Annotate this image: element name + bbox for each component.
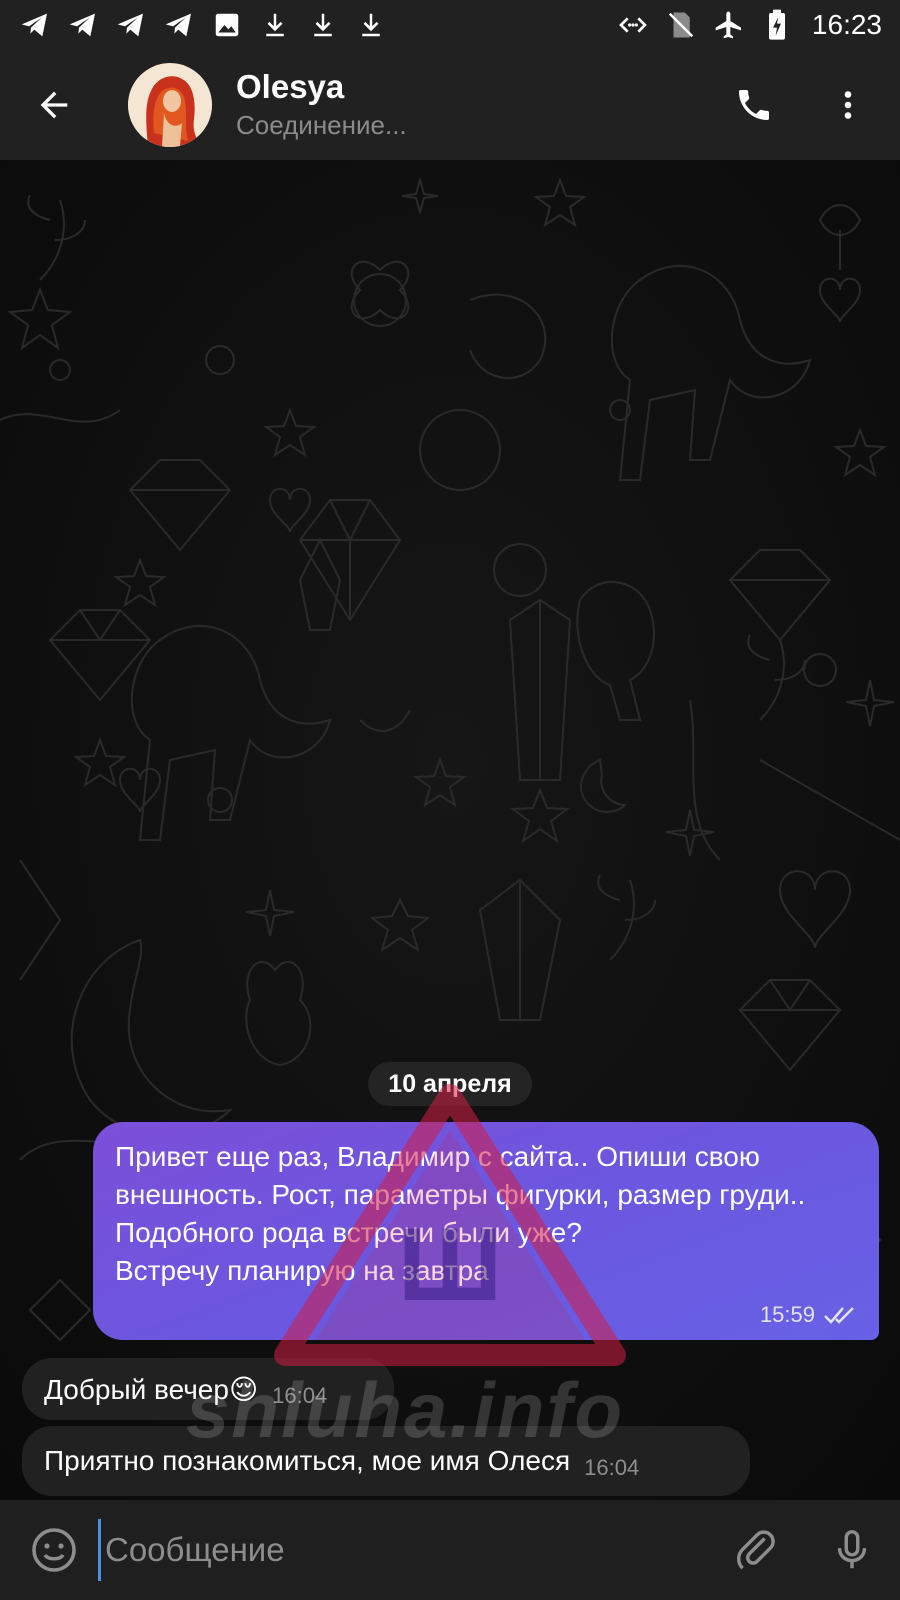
no-sim-icon — [664, 8, 698, 42]
download-icon — [306, 8, 340, 42]
double-check-icon — [824, 1307, 854, 1324]
more-options-button[interactable] — [818, 75, 878, 135]
back-button[interactable] — [26, 77, 82, 133]
header-actions — [724, 75, 900, 135]
emoji-button[interactable] — [24, 1520, 84, 1580]
download-icon — [354, 8, 388, 42]
data-saver-icon — [616, 8, 650, 42]
telegram-chat-screen: 16:23 Olesya Соединение... 10 апреля При… — [0, 0, 900, 1600]
message-input-bar — [0, 1500, 900, 1600]
message-input[interactable] — [98, 1519, 726, 1581]
chat-header: Olesya Соединение... — [0, 50, 900, 160]
microphone-icon — [837, 1530, 867, 1569]
voice-message-button[interactable] — [822, 1520, 882, 1580]
date-separator: 10 апреля — [368, 1062, 532, 1106]
download-icon — [258, 8, 292, 42]
message-time: 15:59 — [759, 1302, 815, 1327]
status-bar: 16:23 — [0, 0, 900, 50]
watermark-text: shluha.info — [186, 1366, 624, 1454]
battery-charging-icon — [760, 8, 794, 42]
system-icons: 16:23 — [616, 8, 882, 42]
telegram-icon — [66, 8, 100, 42]
attach-button[interactable] — [726, 1520, 786, 1580]
notification-icons — [18, 8, 388, 42]
contact-info[interactable]: Olesya Соединение... — [236, 67, 407, 143]
smile-icon — [32, 1528, 76, 1572]
paperclip-icon — [736, 1530, 775, 1570]
contact-name: Olesya — [236, 68, 345, 105]
connection-status: Соединение... — [236, 110, 407, 140]
outgoing-message[interactable]: Привет еще раз, Владимир с сайта.. Опиши… — [93, 1122, 879, 1340]
phone-icon — [739, 90, 769, 120]
clock: 16:23 — [811, 9, 882, 40]
avatar[interactable] — [128, 63, 212, 147]
chat-area[interactable]: 10 апреля Привет еще раз, Владимир с сай… — [0, 160, 900, 1500]
telegram-icon — [18, 8, 52, 42]
telegram-icon — [162, 8, 196, 42]
airplane-icon — [712, 8, 746, 42]
gallery-icon — [210, 8, 244, 42]
message-text: Привет еще раз, Владимир с сайта.. Опиши… — [115, 1141, 806, 1286]
more-vertical-icon — [844, 91, 852, 119]
message-meta: 15:59 — [760, 1302, 857, 1328]
arrow-left-icon — [40, 91, 68, 119]
telegram-icon — [114, 8, 148, 42]
message-time: 16:04 — [584, 1455, 640, 1480]
call-button[interactable] — [724, 75, 784, 135]
